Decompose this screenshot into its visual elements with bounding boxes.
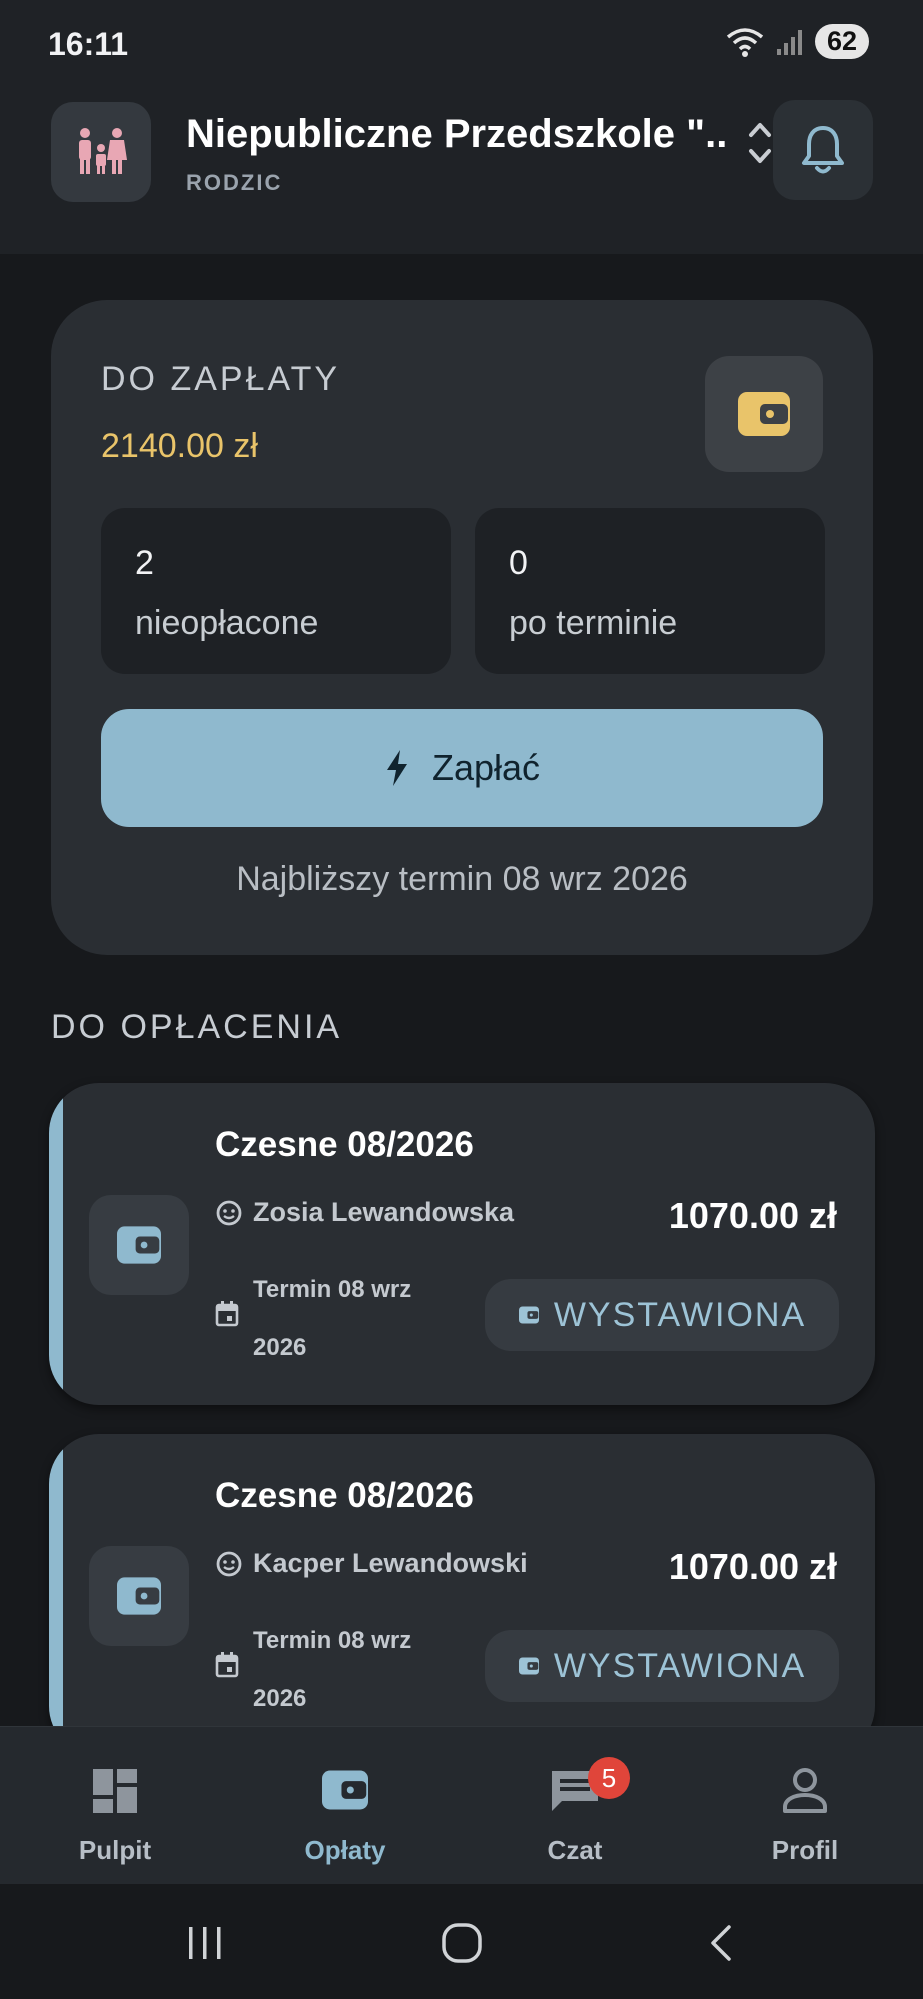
wallet-icon xyxy=(738,392,790,436)
fee-child-name: Zosia Lewandowska xyxy=(253,1197,515,1227)
payment-summary-card: DO ZAPŁATY 2140.00 zł 2 nieopłacone 0 po… xyxy=(51,300,873,955)
nav-label-chat: Czat xyxy=(547,1835,603,1865)
app-header: Niepubliczne Przedszkole "... RODZIC xyxy=(0,90,923,254)
calendar-icon xyxy=(215,1301,239,1327)
fee-status-badge: WYSTAWIONA xyxy=(485,1279,839,1351)
bolt-icon xyxy=(386,750,407,786)
fee-card[interactable]: Czesne 08/2026 Kacper Lewandowski 1070.0… xyxy=(49,1434,875,1756)
child-face-icon xyxy=(216,1200,242,1225)
nav-item-profile[interactable]: Profil xyxy=(690,1727,920,1885)
status-bar: 16:11 62 xyxy=(0,0,923,90)
nav-item-chat[interactable]: 5 Czat xyxy=(460,1727,690,1885)
fee-amount: 1070.00 zł xyxy=(668,1195,837,1236)
unpaid-stat: 2 nieopłacone xyxy=(101,508,451,674)
status-time: 16:11 xyxy=(48,26,129,62)
status-icons: 62 xyxy=(725,24,869,59)
org-name[interactable]: Niepubliczne Przedszkole "... xyxy=(186,112,726,157)
battery-indicator: 62 xyxy=(814,24,869,59)
org-logo[interactable] xyxy=(51,102,151,202)
fee-title: Czesne 08/2026 xyxy=(215,1476,474,1515)
fee-accent-bar xyxy=(49,1083,63,1405)
wallet-icon xyxy=(117,1577,161,1615)
wallet-icon xyxy=(518,1306,539,1324)
fee-child: Zosia Lewandowska xyxy=(215,1197,514,1228)
wallet-icon xyxy=(117,1226,161,1264)
family-icon xyxy=(79,128,127,174)
nav-label-profile: Profil xyxy=(771,1835,839,1865)
bottom-navigation: Pulpit Opłaty 5 Czat Profil xyxy=(0,1726,923,1884)
fee-due-date: Termin 08 wrz 2026 xyxy=(253,1276,412,1361)
nav-item-payments[interactable]: Opłaty xyxy=(230,1727,460,1885)
fee-icon-box xyxy=(89,1195,189,1295)
user-role: RODZIC xyxy=(186,170,283,195)
home-button[interactable] xyxy=(432,1918,492,1968)
next-due-date: Najbliższy termin 08 wrz 2026 xyxy=(236,860,688,898)
notifications-button[interactable] xyxy=(773,100,873,200)
back-button[interactable] xyxy=(692,1918,752,1968)
fee-status-badge: WYSTAWIONA xyxy=(485,1630,839,1702)
system-navigation-bar xyxy=(0,1884,923,1999)
fee-child: Kacper Lewandowski xyxy=(215,1548,528,1579)
unpaid-label: nieopłacone xyxy=(135,604,319,642)
wifi-icon xyxy=(726,27,764,57)
unfold-icon[interactable] xyxy=(745,115,775,171)
wallet-icon xyxy=(518,1657,539,1675)
recent-apps-button[interactable] xyxy=(175,1918,235,1968)
amount-due-label: DO ZAPŁATY xyxy=(101,360,341,398)
chat-unread-badge: 5 xyxy=(588,1757,630,1799)
person-icon xyxy=(783,1768,827,1813)
nav-label-dashboard: Pulpit xyxy=(78,1835,152,1865)
overdue-label: po terminie xyxy=(509,604,678,642)
back-icon xyxy=(711,1925,731,1961)
fee-card[interactable]: Czesne 08/2026 Zosia Lewandowska 1070.00… xyxy=(49,1083,875,1405)
nav-label-payments: Opłaty xyxy=(304,1835,386,1865)
overdue-count: 0 xyxy=(509,544,528,582)
fee-due-date: Termin 08 wrz 2026 xyxy=(253,1627,412,1712)
nav-item-dashboard[interactable]: Pulpit xyxy=(0,1727,230,1885)
section-title-to-pay: DO OPŁACENIA xyxy=(51,1008,343,1046)
overdue-stat: 0 po terminie xyxy=(475,508,825,674)
fee-status-label: WYSTAWIONA xyxy=(553,1295,807,1334)
signal-icon xyxy=(776,29,802,55)
bell-icon xyxy=(802,126,844,174)
fee-due: Termin 08 wrz 2026 xyxy=(215,1261,443,1377)
wallet-icon xyxy=(322,1770,368,1810)
fee-status-label: WYSTAWIONA xyxy=(553,1646,807,1685)
fee-child-name: Kacper Lewandowski xyxy=(253,1548,528,1578)
fee-due: Termin 08 wrz 2026 xyxy=(215,1612,443,1728)
pay-button-label: Zapłać xyxy=(431,747,541,788)
pay-button[interactable]: Zapłać xyxy=(101,709,823,827)
fee-amount: 1070.00 zł xyxy=(668,1546,837,1587)
summary-wallet-badge xyxy=(705,356,823,472)
calendar-icon xyxy=(215,1652,239,1678)
fee-icon-box xyxy=(89,1546,189,1646)
home-icon xyxy=(442,1923,482,1963)
recent-apps-icon xyxy=(189,1927,221,1959)
fee-accent-bar xyxy=(49,1434,63,1756)
unpaid-count: 2 xyxy=(135,544,154,582)
amount-due-value: 2140.00 zł xyxy=(101,427,258,465)
fee-title: Czesne 08/2026 xyxy=(215,1125,474,1164)
child-face-icon xyxy=(216,1551,242,1576)
dashboard-icon xyxy=(93,1769,137,1813)
